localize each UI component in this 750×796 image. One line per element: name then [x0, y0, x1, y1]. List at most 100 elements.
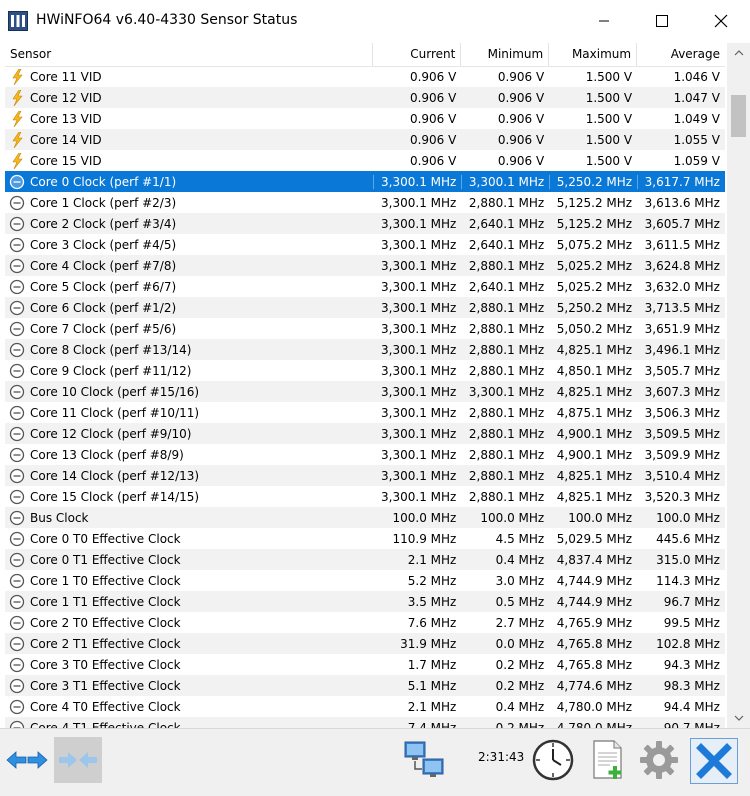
sensor-row[interactable]: Core 4 T0 Effective Clock 2.1 MHz 0.4 MHz 4… [5, 696, 725, 717]
sensor-row[interactable]: Core 2 Clock (perf #3/4) 3,300.1 MHz 2,640… [5, 213, 725, 234]
sensor-list[interactable]: Core 11 VID 0.906 V 0.906 V 1.500 V 1.046 VC… [5, 66, 725, 728]
logging-button[interactable] [585, 737, 631, 783]
sensor-row[interactable]: Core 14 Clock (perf #12/13) 3,300.1 MHz 2,… [5, 465, 725, 486]
value-minimum: 2,880.1 MHz [468, 342, 545, 357]
column-header-current[interactable]: Current [373, 43, 462, 66]
sensor-name-cell: Core 12 Clock (perf #9/10) [5, 426, 373, 442]
sensor-row[interactable]: Core 13 Clock (perf #8/9) 3,300.1 MHz 2,88… [5, 444, 725, 465]
value-current: 3,300.1 MHz [373, 174, 461, 189]
value-maximum: 4,744.9 MHz [556, 594, 633, 609]
sensor-row[interactable]: Core 10 Clock (perf #15/16) 3,300.1 MHz 3,… [5, 381, 725, 402]
value-average: 1.046 V [673, 69, 720, 84]
sensor-row[interactable]: Core 4 Clock (perf #7/8) 3,300.1 MHz 2,880… [5, 255, 725, 276]
value-minimum: 0.0 MHz [495, 636, 545, 651]
sensor-name: Core 15 VID [30, 153, 102, 168]
sensor-name-cell: Core 0 Clock (perf #1/1) [5, 174, 373, 190]
sensor-name-cell: Core 3 Clock (perf #4/5) [5, 237, 373, 253]
vertical-scrollbar[interactable] [727, 43, 750, 728]
sensor-row[interactable]: Core 11 VID 0.906 V 0.906 V 1.500 V 1.046 V [5, 66, 725, 87]
sensor-name: Core 4 Clock (perf #7/8) [30, 258, 177, 273]
value-minimum: 0.4 MHz [495, 699, 545, 714]
minimize-button[interactable] [575, 0, 633, 42]
sensor-row[interactable]: Core 14 VID 0.906 V 0.906 V 1.500 V 1.055 V [5, 129, 725, 150]
value-maximum: 5,125.2 MHz [556, 195, 633, 210]
column-header-average[interactable]: Average [637, 43, 725, 66]
column-header-minimum[interactable]: Minimum [461, 43, 550, 66]
value-average: 1.055 V [673, 132, 720, 147]
column-header-maximum[interactable]: Maximum [549, 43, 638, 66]
value-minimum: 0.2 MHz [495, 720, 545, 729]
sensor-row[interactable]: Core 5 Clock (perf #6/7) 3,300.1 MHz 2,640… [5, 276, 725, 297]
sensor-row[interactable]: Core 8 Clock (perf #13/14) 3,300.1 MHz 2,8… [5, 339, 725, 360]
sensor-row[interactable]: Core 0 T0 Effective Clock 110.9 MHz 4.5 MH… [5, 528, 725, 549]
sensor-row[interactable]: Core 12 Clock (perf #9/10) 3,300.1 MHz 2,8… [5, 423, 725, 444]
value-average: 1.047 V [673, 90, 720, 105]
value-average: 100.0 MHz [656, 510, 720, 525]
close-sensors-button[interactable] [690, 738, 738, 784]
sensor-name-cell: Core 1 T1 Effective Clock [5, 594, 373, 610]
value-average: 3,505.7 MHz [644, 363, 720, 378]
sensor-row[interactable]: Core 1 T1 Effective Clock 3.5 MHz 0.5 MHz 4… [5, 591, 725, 612]
sensor-row[interactable]: Core 2 T1 Effective Clock 31.9 MHz 0.0 MHz… [5, 633, 725, 654]
sensor-name-cell: Core 0 T1 Effective Clock [5, 552, 373, 568]
value-current: 0.906 V [409, 111, 457, 126]
settings-button[interactable] [636, 737, 682, 783]
sensor-name: Core 11 VID [30, 69, 102, 84]
network-button[interactable] [400, 737, 448, 783]
value-current: 3,300.1 MHz [381, 342, 457, 357]
sensor-row[interactable]: Core 6 Clock (perf #1/2) 3,300.1 MHz 2,880… [5, 297, 725, 318]
sensor-name: Core 1 T1 Effective Clock [30, 594, 181, 609]
close-x-icon [696, 743, 732, 779]
sensor-row[interactable]: Core 9 Clock (perf #11/12) 3,300.1 MHz 2,8… [5, 360, 725, 381]
value-average: 3,617.7 MHz [637, 174, 725, 189]
sensor-row[interactable]: Core 15 VID 0.906 V 0.906 V 1.500 V 1.059 V [5, 150, 725, 171]
sensor-row[interactable]: Core 3 Clock (perf #4/5) 3,300.1 MHz 2,640… [5, 234, 725, 255]
collapse-arrows-button[interactable] [54, 737, 102, 783]
sensor-row[interactable]: Core 4 T1 Effective Clock 7.4 MHz 0.2 MHz 4… [5, 717, 725, 728]
sensor-name-cell: Core 3 T0 Effective Clock [5, 657, 373, 673]
sensor-row[interactable]: Core 15 Clock (perf #14/15) 3,300.1 MHz 2,… [5, 486, 725, 507]
sensor-row[interactable]: Core 0 Clock (perf #1/1) 3,300.1 MHz 3,300… [5, 171, 725, 192]
sensor-name-cell: Core 13 VID [5, 110, 373, 127]
sensor-row[interactable]: Bus Clock 100.0 MHz 100.0 MHz 100.0 MHz 100.… [5, 507, 725, 528]
hwinfo-app-icon [8, 11, 28, 31]
value-maximum: 4,850.1 MHz [556, 363, 633, 378]
value-maximum: 1.500 V [585, 111, 633, 126]
close-window-button[interactable] [692, 0, 750, 42]
value-average: 114.3 MHz [656, 573, 720, 588]
value-current: 7.4 MHz [407, 720, 457, 729]
value-minimum: 3.0 MHz [495, 573, 545, 588]
value-average: 3,509.9 MHz [644, 447, 720, 462]
sensor-row[interactable]: Core 3 T0 Effective Clock 1.7 MHz 0.2 MHz 4… [5, 654, 725, 675]
scroll-down-button[interactable] [727, 708, 750, 728]
gear-icon [640, 741, 678, 779]
sensor-row[interactable]: Core 13 VID 0.906 V 0.906 V 1.500 V 1.049 V [5, 108, 725, 129]
sensor-row[interactable]: Core 11 Clock (perf #10/11) 3,300.1 MHz 2,… [5, 402, 725, 423]
navigate-arrows-button[interactable] [4, 737, 50, 783]
clock-icon [9, 468, 25, 483]
sensor-name: Core 8 Clock (perf #13/14) [30, 342, 192, 357]
scroll-up-button[interactable] [727, 43, 750, 63]
sensor-row[interactable]: Core 1 Clock (perf #2/3) 3,300.1 MHz 2,880… [5, 192, 725, 213]
value-maximum: 5,029.5 MHz [556, 531, 633, 546]
sensor-row[interactable]: Core 2 T0 Effective Clock 7.6 MHz 2.7 MHz 4… [5, 612, 725, 633]
value-minimum: 100.0 MHz [480, 510, 545, 525]
sensor-row[interactable]: Core 7 Clock (perf #5/6) 3,300.1 MHz 2,880… [5, 318, 725, 339]
voltage-icon [12, 152, 23, 169]
value-average: 1.059 V [673, 153, 720, 168]
value-average: 3,605.7 MHz [644, 216, 720, 231]
value-minimum: 2,880.1 MHz [468, 195, 545, 210]
value-current: 3,300.1 MHz [381, 468, 457, 483]
clock-icon [9, 405, 25, 420]
sensor-name: Core 4 T0 Effective Clock [30, 699, 181, 714]
sensor-row[interactable]: Core 3 T1 Effective Clock 5.1 MHz 0.2 MHz 4… [5, 675, 725, 696]
sensor-row[interactable]: Core 1 T0 Effective Clock 5.2 MHz 3.0 MHz 4… [5, 570, 725, 591]
clock-icon [9, 342, 25, 357]
scroll-thumb[interactable] [731, 95, 746, 137]
maximize-button[interactable] [633, 0, 691, 42]
reset-timer-button[interactable] [530, 737, 576, 783]
sensor-name: Core 11 Clock (perf #10/11) [30, 405, 200, 420]
sensor-row[interactable]: Core 0 T1 Effective Clock 2.1 MHz 0.4 MHz 4… [5, 549, 725, 570]
column-header-sensor[interactable]: Sensor [5, 43, 374, 66]
sensor-row[interactable]: Core 12 VID 0.906 V 0.906 V 1.500 V 1.047 V [5, 87, 725, 108]
